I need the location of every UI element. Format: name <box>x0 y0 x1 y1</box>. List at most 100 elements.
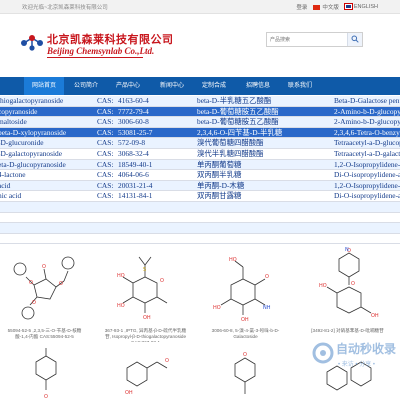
product-card[interactable]: O O O O 55094-52-5 ,2,3,5-三-O-苄基-D-核糖酸-1,4-… <box>2 247 87 342</box>
product-card[interactable]: O O HO OH N [3492-81-2] 对硝基苯基-D-吡喃糖苷 <box>305 247 390 342</box>
product-description: 2,3,4,6-Tetra-O-benzyl-D-galactose <box>334 127 400 137</box>
molecule-logo-icon <box>21 35 43 51</box>
svg-text:O: O <box>165 358 169 364</box>
product-description: Tetraacetyl-a-D-galactopyranosyl <box>334 149 400 158</box>
svg-text:HO: HO <box>213 305 221 311</box>
ticker-row[interactable] <box>0 213 400 224</box>
lang-en-link[interactable]: ENGLISH <box>343 3 378 11</box>
cas-number: 20031-21-4 <box>118 180 153 190</box>
ticker-row[interactable]: -D-galactopyranoside CAS: 3068-32-4 溴代半乳糖四醋… <box>0 149 400 160</box>
product-grid: O O O O 55094-52-5 ,2,3,5-三-O-苄基-D-核糖酸-1,4-… <box>0 244 400 400</box>
ticker-row[interactable]: maltoside CAS: 3006-60-8 beta-D-葡萄糖胺五乙酸酯 2-A… <box>0 117 400 128</box>
product-structure-image: O O O O <box>4 247 85 325</box>
product-description: Di-O-isopropylidene-a-D-galactopyranose <box>334 170 400 180</box>
svg-text:O: O <box>265 274 269 280</box>
ticker-row[interactable]: thiogalactopyranoside CAS: 4163-60-4 beta-D… <box>0 96 400 107</box>
ticker-row[interactable]: nic acid CAS: 14131-84-1 双丙酮甘露糖 Di-O-isoprop… <box>0 191 400 202</box>
welcome-text: 欢迎光临~北京凯森莱科技有限公司 <box>22 5 108 11</box>
cas-number: 572-09-8 <box>118 138 146 148</box>
product-chinese-name: 2,3,4,6-O-四苄基-D-半乳糖 <box>197 127 283 137</box>
cas-label: CAS: <box>97 106 114 116</box>
login-link[interactable]: 登录 <box>296 3 307 11</box>
nav-item-news[interactable]: 新闻中心 <box>152 77 192 95</box>
cas-label: CAS: <box>97 159 114 169</box>
svg-text:HO: HO <box>117 303 125 309</box>
cas-number: 3068-32-4 <box>118 149 149 158</box>
product-caption[interactable]: 3006-60-8, 5-溴-4-氯-3-吲哚-b-D-Galactoside <box>203 328 288 342</box>
nav-item-custom-synthesis[interactable]: 定制合成 <box>194 77 234 95</box>
product-caption[interactable]: 55094-52-5 ,2,3,5-三-O-苄基-D-核糖酸-1,4-内酯 CA… <box>2 328 87 342</box>
product-chinese-name: 单丙酮葡萄糖 <box>197 159 242 169</box>
svg-text:O: O <box>44 394 48 400</box>
svg-text:O: O <box>351 281 355 287</box>
search-button[interactable] <box>347 33 362 46</box>
ticker-row[interactable]: eta-D-glucopyranoside CAS: 18549-40-1 单丙酮葡萄… <box>0 159 400 171</box>
product-chinese-name: beta-D-葡萄糖胺五乙酸酯 <box>197 117 279 127</box>
nav-item-jobs[interactable]: 招聘信息 <box>238 77 278 95</box>
product-card[interactable]: O <box>2 348 87 400</box>
search-input[interactable] <box>267 33 347 46</box>
cas-number: 3006-60-8 <box>118 117 149 127</box>
cas-label: CAS: <box>97 117 114 127</box>
ticker-row[interactable]: copyranoside CAS: 7772-79-4 beta-D-葡萄糖胺五乙酸酯… <box>0 106 400 118</box>
product-structure-image: O OH <box>125 358 169 396</box>
product-chinese-name: beta-D-葡萄糖胺五乙酸酯 <box>197 106 279 116</box>
product-card[interactable]: O OH <box>103 348 188 400</box>
top-utility-bar: 欢迎光临~北京凯森莱科技有限公司 登录 中文版 ENGLISH <box>0 0 400 14</box>
product-english-name: acid <box>0 180 11 190</box>
watermark-logo-icon <box>312 342 334 364</box>
ticker-row[interactable] <box>0 234 400 244</box>
ticker-row[interactable] <box>0 202 400 213</box>
product-card[interactable]: O <box>203 348 288 400</box>
cas-label: CAS: <box>97 180 114 190</box>
search-icon <box>351 35 359 43</box>
ticker-row[interactable]: 4-lactone CAS: 4064-06-6 双丙酮半乳糖 Di-O-isoprop… <box>0 170 400 181</box>
product-structure-image: HO O HO OH NH <box>205 247 286 325</box>
product-description: Tetraacetyl-a-D-glucopyranosyl <box>334 138 400 148</box>
product-card[interactable]: HO HO OH O S 367-93-1 ,IPTG, 异丙基-β-D-硫代半乳糖苷… <box>103 247 188 342</box>
ticker-row[interactable]: beta-D-xylopyranoside CAS: 53081-25-7 2,3,4… <box>0 127 400 139</box>
product-caption[interactable]: 367-93-1 ,IPTG, 异丙基-β-D-硫代半乳糖苷, Isopropy… <box>103 328 188 342</box>
nav-item-about[interactable]: 公司简介 <box>66 77 106 95</box>
china-flag-icon <box>313 5 321 11</box>
product-description: 1,2-O-Isopropylidene-D-xylofuranose <box>334 180 400 190</box>
product-chinese-name: 溴代葡萄糖四醋酸酯 <box>197 138 264 148</box>
ticker-row[interactable]: acid CAS: 20031-21-4 单丙酮-D-木糖 1,2-O-Isopropy… <box>0 180 400 192</box>
product-description: 2-Amino-b-D-glucopyranose <box>334 117 400 127</box>
svg-text:O: O <box>29 280 33 286</box>
search-box <box>266 32 363 47</box>
cas-label: CAS: <box>97 127 114 137</box>
cas-number: 14131-84-1 <box>118 191 153 201</box>
product-card[interactable]: HO O HO OH NH 3006-60-8, 5-溴-4-氯-3-吲哚-b-D-G… <box>203 247 288 342</box>
logo-chinese-name[interactable]: 北京凯森莱科技有限公司 <box>47 31 174 47</box>
product-english-name: -D-glucuronide <box>0 138 44 148</box>
lang-cn-link[interactable]: 中文版 <box>313 3 339 11</box>
product-structure-image: OOHOOH N <box>307 247 388 325</box>
svg-text:HO: HO <box>117 273 125 279</box>
product-description: Beta-D-Galactose pentaacetate <box>334 96 400 105</box>
nav-item-products[interactable]: 产品中心 <box>108 77 148 95</box>
nav-item-home[interactable]: 网站首页 <box>24 77 64 95</box>
cas-number: 4064-06-6 <box>118 170 149 180</box>
nav-item-contact[interactable]: 联系我们 <box>280 77 320 95</box>
watermark-text: 自动秒收录 <box>336 342 397 356</box>
product-structure-image: O <box>35 348 57 400</box>
product-english-name: beta-D-xylopyranoside <box>0 127 67 137</box>
svg-text:HO: HO <box>319 283 327 289</box>
lang-en-label: ENGLISH <box>353 4 378 10</box>
svg-text:OH: OH <box>143 315 151 321</box>
product-chinese-name: 双丙酮半乳糖 <box>197 170 242 180</box>
product-chinese-name: beta-D-半乳糖五乙酸酯 <box>197 96 272 105</box>
product-chinese-name: 溴代半乳糖四醋酸酯 <box>197 149 264 158</box>
svg-text:O: O <box>42 264 46 270</box>
product-english-name: thiogalactopyranoside <box>0 96 64 105</box>
logo-english-name[interactable]: Beijing Chemsynlab Co.,Ltd. <box>47 46 154 56</box>
svg-text:OH: OH <box>241 317 249 323</box>
svg-text:OH: OH <box>125 390 133 396</box>
product-chinese-name: 单丙酮-D-木糖 <box>197 180 245 190</box>
uk-flag-icon <box>343 3 353 11</box>
cas-label: CAS: <box>97 170 114 180</box>
cas-number: 53081-25-7 <box>118 127 153 137</box>
ticker-row[interactable]: -D-glucuronide CAS: 572-09-8 溴代葡萄糖四醋酸酯 Tetra… <box>0 138 400 149</box>
ticker-row[interactable] <box>0 223 400 234</box>
